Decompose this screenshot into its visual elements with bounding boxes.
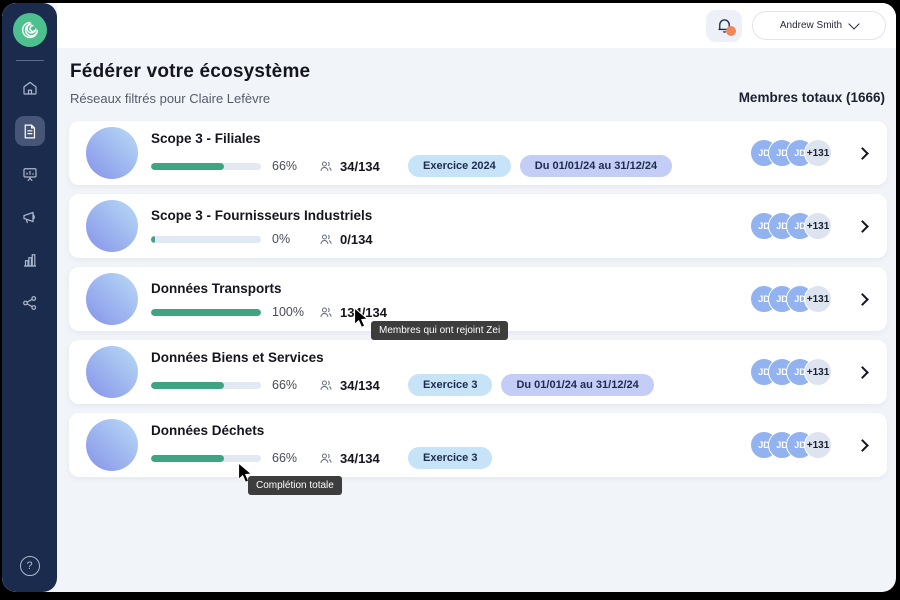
members-count: 34/134 bbox=[340, 451, 392, 466]
main-area: Andrew Smith Fédérer votre écosystème Ré… bbox=[57, 3, 896, 592]
members-total: Membres totaux (1666) bbox=[739, 90, 885, 106]
bar-chart-icon bbox=[21, 251, 39, 269]
progress-bar bbox=[151, 455, 261, 462]
notification-badge-dot bbox=[726, 26, 736, 36]
network-title: Données Transports bbox=[151, 281, 750, 296]
chevron-right-icon bbox=[856, 439, 869, 452]
network-avatar bbox=[86, 200, 138, 252]
progress-percentage: 66% bbox=[272, 451, 318, 465]
progress-bar bbox=[151, 236, 261, 243]
badge-group: Exercice 3 bbox=[408, 447, 492, 469]
more-members-badge: +131 bbox=[804, 431, 832, 459]
badge: Exercice 3 bbox=[408, 447, 492, 469]
badge: Exercice 3 bbox=[408, 374, 492, 396]
sidebar-item-presentation[interactable] bbox=[15, 159, 45, 189]
network-title: Scope 3 - Fournisseurs Industriels bbox=[151, 208, 750, 223]
members-icon bbox=[318, 378, 334, 393]
progress-fill bbox=[151, 236, 155, 243]
network-title: Scope 3 - Filiales bbox=[151, 131, 750, 146]
members-icon bbox=[318, 451, 334, 466]
topbar: Andrew Smith bbox=[57, 3, 896, 48]
megaphone-icon bbox=[21, 208, 39, 226]
progress-fill bbox=[151, 309, 261, 316]
user-menu[interactable]: Andrew Smith bbox=[752, 11, 886, 40]
progress-percentage: 66% bbox=[272, 159, 318, 173]
progress-bar bbox=[151, 382, 261, 389]
sidebar-item-statistics[interactable] bbox=[15, 245, 45, 275]
sidebar: ? bbox=[2, 3, 57, 592]
network-share-icon bbox=[21, 294, 39, 312]
progress-fill bbox=[151, 382, 224, 389]
members-count: 34/134 bbox=[340, 159, 392, 174]
network-avatar bbox=[86, 346, 138, 398]
progress-percentage: 66% bbox=[272, 378, 318, 392]
sidebar-item-home[interactable] bbox=[15, 73, 45, 103]
spiral-logo-icon bbox=[19, 19, 41, 41]
user-name: Andrew Smith bbox=[780, 20, 842, 31]
document-icon bbox=[21, 123, 38, 140]
progress-fill bbox=[151, 163, 224, 170]
members-icon bbox=[318, 305, 334, 320]
chevron-down-icon bbox=[848, 18, 859, 29]
network-avatar bbox=[86, 273, 138, 325]
members-count: 34/134 bbox=[340, 378, 392, 393]
more-members-badge: +131 bbox=[804, 139, 832, 167]
home-icon bbox=[21, 79, 39, 97]
sidebar-item-announcements[interactable] bbox=[15, 202, 45, 232]
presentation-chart-icon bbox=[21, 165, 39, 183]
sidebar-divider bbox=[16, 60, 44, 61]
badge: Du 01/01/24 au 31/12/24 bbox=[501, 374, 653, 396]
network-row[interactable]: Scope 3 - Fournisseurs Industriels 0% 0/… bbox=[69, 194, 887, 258]
member-avatars-stack[interactable]: JDJDJD+131 bbox=[750, 285, 832, 313]
chevron-right-icon bbox=[856, 220, 869, 233]
network-row[interactable]: Données Transports 100% 134/134 JDJDJ bbox=[69, 267, 887, 331]
network-list: Scope 3 - Filiales 66% 34/134 Exercice 2… bbox=[69, 121, 887, 477]
chevron-right-icon bbox=[856, 293, 869, 306]
badge: Exercice 2024 bbox=[408, 155, 511, 177]
members-count: 0/134 bbox=[340, 232, 392, 247]
more-members-badge: +131 bbox=[804, 212, 832, 240]
progress-percentage: 100% bbox=[272, 305, 318, 319]
page-header: Fédérer votre écosystème Réseaux filtrés… bbox=[69, 61, 887, 106]
network-avatar bbox=[86, 127, 138, 179]
sidebar-item-network[interactable] bbox=[15, 288, 45, 318]
network-avatar bbox=[86, 419, 138, 471]
help-button[interactable]: ? bbox=[20, 556, 40, 576]
chevron-right-icon bbox=[856, 147, 869, 160]
sidebar-item-documents[interactable] bbox=[15, 116, 45, 146]
network-row[interactable]: Scope 3 - Filiales 66% 34/134 Exercice 2… bbox=[69, 121, 887, 185]
member-avatars-stack[interactable]: JDJDJD+131 bbox=[750, 358, 832, 386]
progress-percentage: 0% bbox=[272, 232, 318, 246]
chevron-right-icon bbox=[856, 366, 869, 379]
badge: Du 01/01/24 au 31/12/24 bbox=[520, 155, 672, 177]
badge-group: Exercice 2024 Du 01/01/24 au 31/12/24 bbox=[408, 155, 672, 177]
more-members-badge: +131 bbox=[804, 358, 832, 386]
member-avatars-stack[interactable]: JDJDJD+131 bbox=[750, 212, 832, 240]
network-title: Données Biens et Services bbox=[151, 350, 750, 365]
members-icon bbox=[318, 232, 334, 247]
members-icon bbox=[318, 159, 334, 174]
page-subtitle: Réseaux filtrés pour Claire Lefèvre bbox=[70, 91, 310, 106]
sidebar-nav bbox=[15, 73, 45, 318]
progress-bar bbox=[151, 163, 261, 170]
notifications-button[interactable] bbox=[706, 10, 742, 42]
app-logo[interactable] bbox=[13, 13, 47, 47]
members-count: 134/134 bbox=[340, 305, 392, 320]
network-row[interactable]: Données Biens et Services 66% 34/134 Exe… bbox=[69, 340, 887, 404]
app-window: ? Andrew Smith Fédérer votre écosystème bbox=[2, 3, 896, 592]
more-members-badge: +131 bbox=[804, 285, 832, 313]
member-avatars-stack[interactable]: JDJDJD+131 bbox=[750, 431, 832, 459]
member-avatars-stack[interactable]: JDJDJD+131 bbox=[750, 139, 832, 167]
progress-bar bbox=[151, 309, 261, 316]
page-title: Fédérer votre écosystème bbox=[70, 61, 310, 83]
network-row[interactable]: Données Déchets 66% 34/134 Exercice 3 bbox=[69, 413, 887, 477]
help-label: ? bbox=[26, 560, 32, 572]
content: Fédérer votre écosystème Réseaux filtrés… bbox=[57, 48, 896, 477]
network-title: Données Déchets bbox=[151, 423, 750, 438]
badge-group: Exercice 3 Du 01/01/24 au 31/12/24 bbox=[408, 374, 654, 396]
progress-fill bbox=[151, 455, 224, 462]
